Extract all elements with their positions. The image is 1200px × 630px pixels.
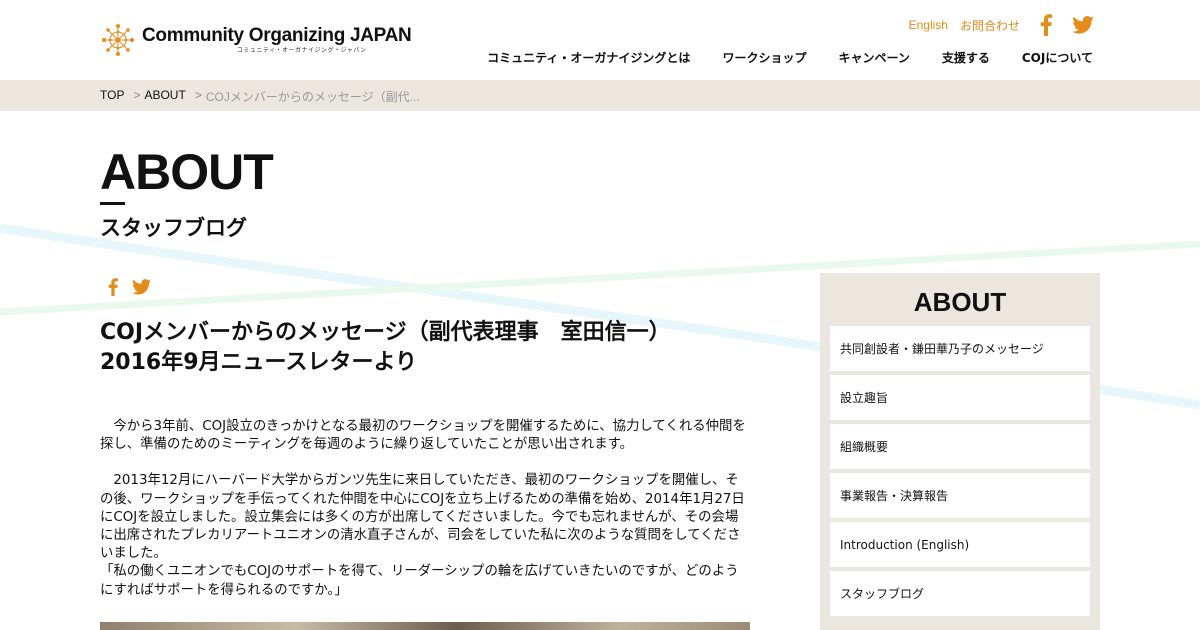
nav-about-organizing[interactable]: コミュニティ・オーガナイジングとは xyxy=(487,49,690,66)
global-nav: コミュニティ・オーガナイジングとは ワークショップ キャンペーン 支援する CO… xyxy=(455,49,1093,66)
post-title-line1: COJメンバーからのメッセージ（副代表理事 室田信一） xyxy=(100,320,671,345)
sidebar-item-introduction[interactable]: Introduction (English) xyxy=(830,522,1090,567)
share-facebook-icon[interactable] xyxy=(108,278,118,296)
logo-subtext: コミュニティ・オーガナイジング・ジャパン xyxy=(236,46,367,54)
breadcrumb-current: COJメンバーからのメッセージ（副代... xyxy=(205,90,420,104)
breadcrumb-separator: > xyxy=(133,88,141,102)
english-link[interactable]: English xyxy=(909,18,948,32)
logo-network-icon xyxy=(102,24,134,56)
site-header: Community Organizing JAPAN コミュニティ・オーガナイジ… xyxy=(0,0,1200,80)
post-title: COJメンバーからのメッセージ（副代表理事 室田信一） 2016年9月ニュースレ… xyxy=(100,318,750,378)
breadcrumb-separator: > xyxy=(194,88,202,102)
share-buttons xyxy=(108,278,165,296)
nav-workshop[interactable]: ワークショップ xyxy=(722,49,806,66)
title-underline xyxy=(100,202,125,205)
post-title-line2: 2016年9月ニュースレターより xyxy=(100,350,417,375)
twitter-icon[interactable] xyxy=(1072,16,1094,34)
share-twitter-icon[interactable] xyxy=(132,279,151,295)
page-heading: ABOUT スタッフブログ xyxy=(100,144,274,242)
breadcrumb-top[interactable]: TOP xyxy=(100,88,124,105)
breadcrumb-about[interactable]: ABOUT xyxy=(144,88,185,105)
post-body: 今から3年前、COJ設立のきっかけとなる最初のワークショップを開催するために、協… xyxy=(100,418,750,600)
nav-campaign[interactable]: キャンペーン xyxy=(838,49,909,66)
sidebar: ABOUT 共同創設者・鎌田華乃子のメッセージ 設立趣旨 組織概要 事業報告・決… xyxy=(820,273,1100,630)
logo-text: Community Organizing JAPAN xyxy=(142,24,412,46)
sidebar-item-reports[interactable]: 事業報告・決算報告 xyxy=(830,473,1090,518)
nav-support[interactable]: 支援する xyxy=(942,49,990,66)
page-subtitle: スタッフブログ xyxy=(100,216,247,240)
facebook-icon[interactable] xyxy=(1040,14,1052,36)
utility-links: English お問合わせ xyxy=(897,14,1094,36)
breadcrumb: TOP > ABOUT > COJメンバーからのメッセージ（副代... xyxy=(100,88,420,105)
contact-link[interactable]: お問合わせ xyxy=(960,17,1020,34)
breadcrumb-bar: TOP > ABOUT > COJメンバーからのメッセージ（副代... xyxy=(0,80,1200,111)
sidebar-item-purpose[interactable]: 設立趣旨 xyxy=(830,375,1090,420)
post-paragraph: 2013年12月にハーバード大学からガンツ先生に来日していただき、最初のワークシ… xyxy=(100,473,745,562)
sidebar-item-staff-blog[interactable]: スタッフブログ xyxy=(830,571,1090,616)
post-paragraph: 「私の働くユニオンでもCOJのサポートを得て、リーダーシップの輪を広げていきたい… xyxy=(100,564,739,598)
sidebar-title: ABOUT xyxy=(913,287,1007,317)
sidebar-item-founder-message[interactable]: 共同創設者・鎌田華乃子のメッセージ xyxy=(830,326,1090,371)
blog-article: COJメンバーからのメッセージ（副代表理事 室田信一） 2016年9月ニュースレ… xyxy=(100,318,750,600)
post-paragraph: 今から3年前、COJ設立のきっかけとなる最初のワークショップを開催するために、協… xyxy=(100,419,746,453)
site-logo[interactable]: Community Organizing JAPAN コミュニティ・オーガナイジ… xyxy=(100,22,412,58)
page-title: ABOUT xyxy=(100,144,274,200)
nav-about-coj[interactable]: COJについて xyxy=(1022,49,1093,66)
sidebar-item-organization[interactable]: 組織概要 xyxy=(830,424,1090,469)
article-photo xyxy=(100,622,750,630)
